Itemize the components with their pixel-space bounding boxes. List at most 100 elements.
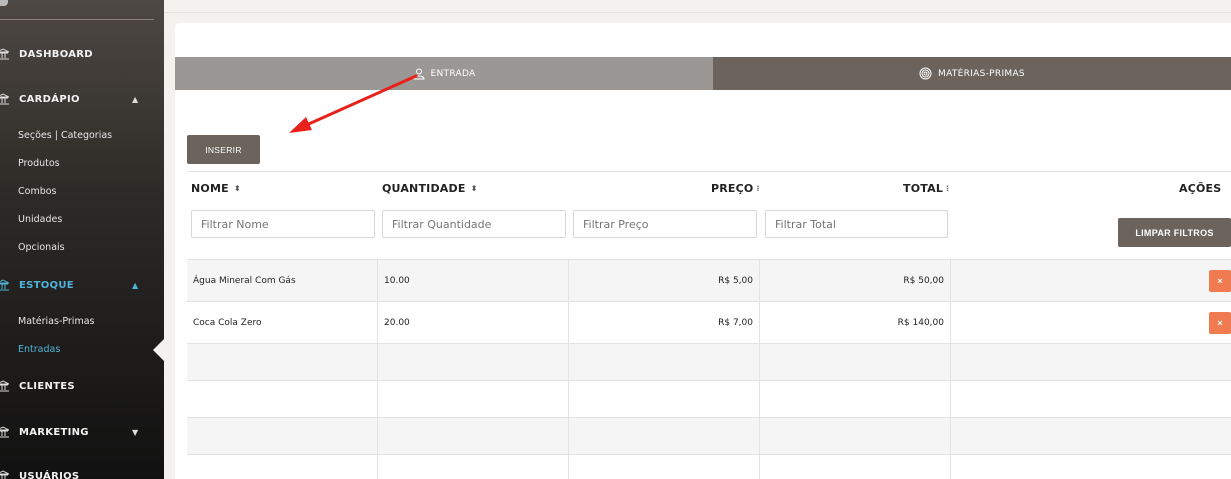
cell-preco: R$ 5,00 bbox=[569, 260, 760, 301]
sidebar-subitem-produtos[interactable]: Produtos bbox=[18, 158, 60, 169]
column-header-total[interactable]: TOTAL ⁝ bbox=[903, 182, 949, 195]
sort-icon: ⬍ bbox=[233, 184, 241, 193]
table-row: Água Mineral Com Gás 10.00 R$ 5,00 R$ 50… bbox=[187, 259, 1231, 301]
empty-cell bbox=[760, 418, 951, 454]
empty-row bbox=[187, 454, 1231, 479]
column-header-preco[interactable]: PREÇO ⁝ bbox=[711, 182, 760, 195]
delete-button[interactable]: × bbox=[1209, 311, 1231, 334]
empty-cell bbox=[760, 344, 951, 380]
bank-icon bbox=[0, 278, 10, 292]
limpar-filtros-button[interactable]: LIMPAR FILTROS bbox=[1118, 218, 1231, 247]
empty-cell bbox=[378, 381, 569, 417]
cell-nome: Coca Cola Zero bbox=[187, 302, 378, 343]
sidebar-item-clientes[interactable]: CLIENTES bbox=[0, 379, 164, 393]
user-icon bbox=[412, 68, 425, 80]
empty-cell bbox=[187, 344, 378, 380]
fingerprint-icon bbox=[919, 67, 932, 80]
sidebar-item-marketing[interactable]: MARKETING ▼ bbox=[0, 425, 164, 439]
column-header-nome[interactable]: NOME ⬍ bbox=[191, 182, 241, 195]
sidebar-item-label: DASHBOARD bbox=[19, 48, 93, 60]
sidebar-item-label: USUÁRIOS bbox=[19, 470, 80, 479]
cell-preco: R$ 7,00 bbox=[569, 302, 760, 343]
column-header-quantidade[interactable]: QUANTIDADE ⬍ bbox=[382, 182, 477, 195]
sidebar-subitem-secoes[interactable]: Seções | Categorias bbox=[18, 130, 112, 141]
column-header-label: PREÇO bbox=[711, 182, 754, 195]
main-panel: ENTRADA MATÉRIAS-PRIMAS INSERIR NOME ⬍ Q… bbox=[175, 23, 1231, 479]
tab-bar: ENTRADA MATÉRIAS-PRIMAS bbox=[175, 57, 1231, 90]
cell-quantidade: 20.00 bbox=[378, 302, 569, 343]
cell-total: R$ 50,00 bbox=[760, 260, 951, 301]
empty-cell bbox=[569, 418, 760, 454]
tab-materias-primas[interactable]: MATÉRIAS-PRIMAS bbox=[713, 57, 1231, 90]
cell-acoes: × bbox=[951, 260, 1231, 301]
sidebar-item-dashboard[interactable]: DASHBOARD bbox=[0, 47, 164, 61]
column-header-label: NOME bbox=[191, 182, 229, 195]
sidebar-item-label: ESTOQUE bbox=[19, 279, 74, 291]
sidebar-item-usuarios[interactable]: USUÁRIOS bbox=[0, 469, 164, 479]
sidebar-item-label: MARKETING bbox=[19, 426, 89, 438]
sidebar-item-estoque[interactable]: ESTOQUE ▲ bbox=[0, 278, 164, 292]
bank-icon bbox=[0, 92, 10, 106]
bank-icon bbox=[0, 425, 10, 439]
sidebar-subitem-unidades[interactable]: Unidades bbox=[18, 214, 62, 225]
table-row: Coca Cola Zero 20.00 R$ 7,00 R$ 140,00 × bbox=[187, 301, 1231, 343]
column-header-label: AÇÕES bbox=[1179, 182, 1222, 195]
empty-row bbox=[187, 343, 1231, 380]
table-header: NOME ⬍ QUANTIDADE ⬍ PREÇO ⁝ TOTAL ⁝ AÇÕE… bbox=[187, 172, 1231, 260]
empty-cell bbox=[378, 344, 569, 380]
empty-cell bbox=[951, 455, 1231, 479]
sidebar-subitem-opcionais[interactable]: Opcionais bbox=[18, 242, 65, 253]
tab-label: MATÉRIAS-PRIMAS bbox=[938, 68, 1025, 79]
cell-quantidade: 10.00 bbox=[378, 260, 569, 301]
empty-cell bbox=[569, 344, 760, 380]
sidebar-subitem-materias-primas[interactable]: Matérias-Primas bbox=[18, 316, 94, 327]
entries-table: NOME ⬍ QUANTIDADE ⬍ PREÇO ⁝ TOTAL ⁝ AÇÕE… bbox=[187, 171, 1231, 479]
empty-cell bbox=[187, 418, 378, 454]
empty-cell bbox=[951, 344, 1231, 380]
cell-total: R$ 140,00 bbox=[760, 302, 951, 343]
tab-label: ENTRADA bbox=[430, 68, 476, 79]
empty-row bbox=[187, 380, 1231, 417]
sidebar-divider bbox=[0, 19, 154, 20]
empty-cell bbox=[760, 455, 951, 479]
bank-icon bbox=[0, 469, 10, 479]
column-header-label: TOTAL bbox=[903, 182, 944, 195]
delete-button[interactable]: × bbox=[1209, 269, 1231, 292]
filter-quantidade-input[interactable] bbox=[382, 210, 566, 238]
filter-total-input[interactable] bbox=[765, 210, 948, 238]
column-header-acoes: AÇÕES bbox=[1179, 182, 1221, 195]
sort-icon: ⁝ bbox=[756, 184, 760, 193]
empty-cell bbox=[187, 381, 378, 417]
logo-fragment bbox=[0, 0, 8, 6]
empty-cell bbox=[378, 455, 569, 479]
sidebar-item-label: CLIENTES bbox=[19, 380, 75, 392]
sidebar-item-label: CARDÁPIO bbox=[19, 93, 80, 105]
empty-cell bbox=[951, 418, 1231, 454]
filter-preco-input[interactable] bbox=[573, 210, 757, 238]
column-header-label: QUANTIDADE bbox=[382, 182, 466, 195]
empty-cell bbox=[378, 418, 569, 454]
filter-nome-input[interactable] bbox=[191, 210, 375, 238]
caret-up-icon: ▲ bbox=[132, 280, 139, 290]
topbar-divider bbox=[164, 12, 1231, 13]
bank-icon bbox=[0, 379, 10, 393]
tab-entrada[interactable]: ENTRADA bbox=[175, 57, 713, 90]
caret-up-icon: ▲ bbox=[132, 94, 139, 104]
empty-cell bbox=[951, 381, 1231, 417]
sidebar-subitem-entradas[interactable]: Entradas bbox=[18, 344, 60, 355]
sort-icon: ⁝ bbox=[946, 184, 950, 193]
active-item-notch bbox=[153, 339, 164, 361]
cell-nome: Água Mineral Com Gás bbox=[187, 260, 378, 301]
empty-cell bbox=[760, 381, 951, 417]
empty-cell bbox=[187, 455, 378, 479]
inserir-button[interactable]: INSERIR bbox=[187, 135, 260, 164]
sidebar: DASHBOARD CARDÁPIO ▲ Seções | Categorias… bbox=[0, 0, 164, 479]
sort-icon: ⬍ bbox=[470, 184, 478, 193]
caret-down-icon: ▼ bbox=[132, 427, 139, 437]
sidebar-subitem-combos[interactable]: Combos bbox=[18, 186, 57, 197]
cell-acoes: × bbox=[951, 302, 1231, 343]
empty-cell bbox=[569, 455, 760, 479]
empty-row bbox=[187, 417, 1231, 454]
bank-icon bbox=[0, 47, 10, 61]
sidebar-item-cardapio[interactable]: CARDÁPIO ▲ bbox=[0, 92, 164, 106]
